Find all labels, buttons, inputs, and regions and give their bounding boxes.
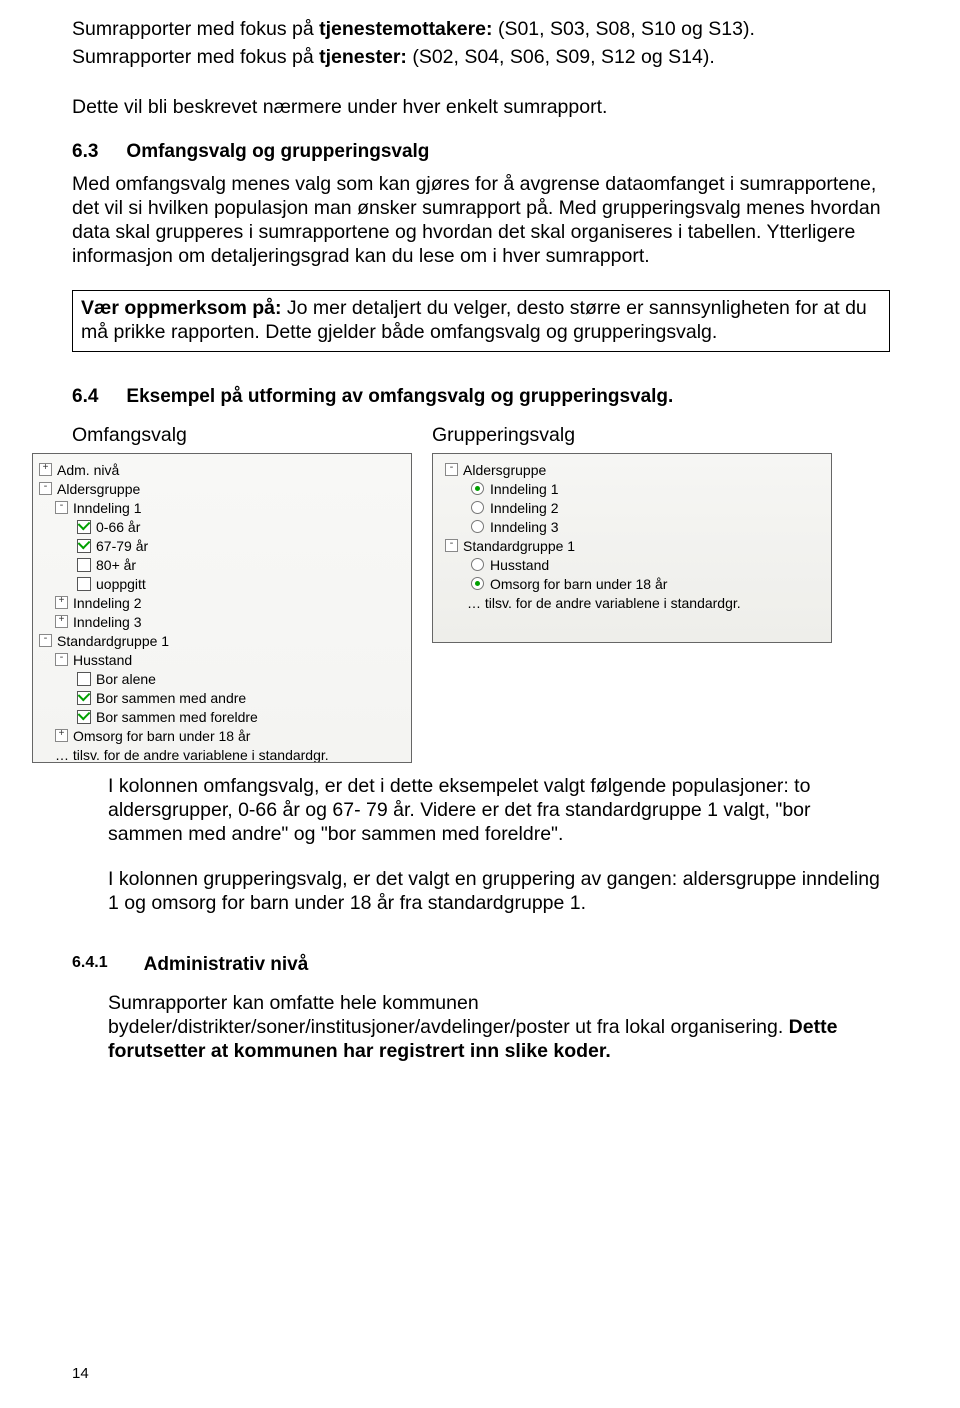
minus-icon[interactable]: - [445, 463, 458, 476]
radio-icon[interactable] [471, 482, 484, 495]
checkbox-icon[interactable] [77, 577, 91, 591]
tree-item-80plus[interactable]: 80+ år [39, 555, 405, 574]
checkbox-icon[interactable] [77, 672, 91, 686]
tree-item-standardgruppe[interactable]: - Standardgruppe 1 [39, 631, 405, 650]
tree-item-omsorg-barn[interactable]: + Omsorg for barn under 18 år [39, 726, 405, 745]
intro-line3: Dette vil bli beskrevet nærmere under hv… [72, 96, 890, 120]
tree-item-inndeling3[interactable]: + Inndeling 3 [39, 612, 405, 631]
page-number: 14 [72, 1365, 89, 1382]
gtree-standardgruppe[interactable]: - Standardgruppe 1 [439, 536, 825, 555]
tree-footnote-left: … tilsv. for de andre variablene i stand… [39, 745, 405, 763]
section-6-3-body: Med omfangsvalg menes valg som kan gjøre… [72, 173, 890, 268]
tree-item-bor-foreldre[interactable]: Bor sammen med foreldre [39, 707, 405, 726]
checkbox-icon[interactable] [77, 520, 91, 534]
minus-icon[interactable]: - [55, 501, 68, 514]
plus-icon[interactable]: + [55, 729, 68, 742]
tree-item-bor-andre[interactable]: Bor sammen med andre [39, 688, 405, 707]
tree-item-0-66[interactable]: 0-66 år [39, 517, 405, 536]
checkbox-icon[interactable] [77, 691, 91, 705]
tree-item-bor-alene[interactable]: Bor alene [39, 669, 405, 688]
section-6-4-1-body: Sumrapporter kan omfatte hele kommunen b… [108, 992, 890, 1063]
intro-line1: Sumrapporter med fokus på tjenestemottak… [72, 18, 890, 42]
minus-icon[interactable]: - [445, 539, 458, 552]
callout-box: Vær oppmerksom på: Jo mer detaljert du v… [72, 290, 890, 352]
plus-icon[interactable]: + [55, 615, 68, 628]
radio-icon[interactable] [471, 558, 484, 571]
gtree-omsorg[interactable]: Omsorg for barn under 18 år [439, 574, 825, 593]
minus-icon[interactable]: - [55, 653, 68, 666]
heading-6-4-1: 6.4.1 Administrativ nivå [72, 954, 890, 976]
omfangsvalg-label: Omfangsvalg [72, 424, 412, 447]
tree-item-inndeling2[interactable]: + Inndeling 2 [39, 593, 405, 612]
radio-icon[interactable] [471, 501, 484, 514]
tree-item-uoppgitt[interactable]: uoppgitt [39, 574, 405, 593]
tree-item-aldersgruppe[interactable]: - Aldersgruppe [39, 479, 405, 498]
checkbox-icon[interactable] [77, 710, 91, 724]
gtree-inndeling3[interactable]: Inndeling 3 [439, 517, 825, 536]
radio-icon[interactable] [471, 577, 484, 590]
gtree-inndeling1[interactable]: Inndeling 1 [439, 479, 825, 498]
checkbox-icon[interactable] [77, 539, 91, 553]
minus-icon[interactable]: - [39, 482, 52, 495]
gtree-husstand[interactable]: Husstand [439, 555, 825, 574]
minus-icon[interactable]: - [39, 634, 52, 647]
example-text-1: I kolonnen omfangsvalg, er det i dette e… [108, 775, 890, 846]
omfangsvalg-panel: + Adm. nivå - Aldersgruppe - Inndeling 1… [32, 453, 412, 763]
gtree-aldersgruppe[interactable]: - Aldersgruppe [439, 460, 825, 479]
radio-icon[interactable] [471, 520, 484, 533]
plus-icon[interactable]: + [39, 463, 52, 476]
tree-item-adm[interactable]: + Adm. nivå [39, 460, 405, 479]
gtree-inndeling2[interactable]: Inndeling 2 [439, 498, 825, 517]
plus-icon[interactable]: + [55, 596, 68, 609]
heading-6-3: 6.3 Omfangsvalg og grupperingsvalg [72, 141, 890, 163]
example-text-2: I kolonnen grupperingsvalg, er det valgt… [108, 868, 890, 916]
gtree-footnote: … tilsv. for de andre variablene i stand… [439, 593, 825, 612]
intro-line2: Sumrapporter med fokus på tjenester: (S0… [72, 46, 890, 70]
checkbox-icon[interactable] [77, 558, 91, 572]
tree-item-67-79[interactable]: 67-79 år [39, 536, 405, 555]
tree-item-husstand[interactable]: - Husstand [39, 650, 405, 669]
tree-item-inndeling1[interactable]: - Inndeling 1 [39, 498, 405, 517]
heading-6-4: 6.4 Eksempel på utforming av omfangsvalg… [72, 386, 890, 408]
grupperingsvalg-panel: - Aldersgruppe Inndeling 1 Inndeling 2 I [432, 453, 832, 643]
grupperingsvalg-label: Grupperingsvalg [432, 424, 832, 447]
